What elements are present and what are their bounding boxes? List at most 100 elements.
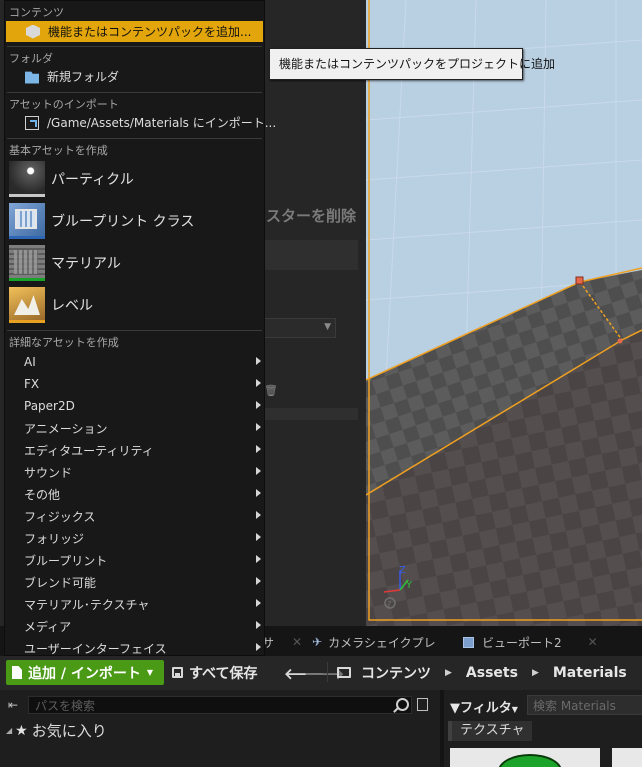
advanced-submenu-item[interactable]: サウンド (5, 461, 264, 483)
breadcrumb: コンテンツ ▶ Assets ▶ Materials (337, 660, 627, 685)
divider (7, 46, 262, 47)
submenu-arrow-icon (256, 379, 261, 387)
save-all-button[interactable]: すべて保存 (172, 660, 257, 685)
level-viewport[interactable]: Z Y ? (366, 0, 642, 626)
breadcrumb-arrow-icon[interactable]: ▶ (532, 668, 539, 678)
advanced-submenu-item[interactable]: エディタユーティリティ (5, 439, 264, 461)
basic-item-particle[interactable]: パーティクル (5, 159, 264, 199)
advanced-submenu-item[interactable]: その他 (5, 483, 264, 505)
menu-item-label: 新規フォルダ (47, 70, 120, 84)
details-row-strip (264, 408, 358, 420)
chevron-down-icon: ▼ (511, 705, 518, 714)
camera-shake-icon: ✈ (312, 635, 323, 649)
advanced-submenu-item[interactable]: マテリアル･テクスチャ (5, 593, 264, 615)
new-folder-item[interactable]: 新規フォルダ (5, 66, 264, 87)
asset-search-input[interactable]: 検索 Materials (527, 695, 642, 715)
tab-label: カメラシェイクプレ (328, 635, 436, 650)
menu-item-label: フォリッジ (24, 531, 85, 546)
content-browser-toolbar: 追加 / インポート ▼ すべて保存 🡐 🡒 コンテンツ ▶ Assets ▶ … (0, 656, 642, 690)
folder-icon (337, 667, 351, 678)
content-browser-panels: ⇤ パスを検索 ◢ ★ お気に入り ▼フィルタ▼ 検索 Materials テク… (0, 690, 642, 767)
tab-partial[interactable]: サ ✕ (262, 630, 302, 654)
filter-button[interactable]: ▼フィルタ▼ (450, 697, 518, 716)
collapse-arrow-icon: ◢ (6, 726, 13, 735)
svg-text:Z: Z (399, 565, 406, 576)
submenu-arrow-icon (256, 445, 261, 453)
menu-item-label: AI (24, 355, 36, 369)
add-feature-pack-item[interactable]: 機能またはコンテンツパックを追加... (6, 21, 263, 42)
advanced-submenu-item[interactable]: ユーザーインターフェイス (5, 637, 264, 659)
menu-item-label: その他 (24, 487, 61, 502)
advanced-submenu-item[interactable]: ブループリント (5, 549, 264, 571)
toolbar-divider (327, 662, 328, 682)
favorites-section[interactable]: ◢ ★ お気に入り (6, 720, 107, 741)
advanced-submenu-item[interactable]: メディア (5, 615, 264, 637)
divider (7, 330, 262, 331)
tab-label: ビューポート2 (482, 635, 562, 650)
particle-system-icon (9, 161, 45, 197)
menu-item-label: ユーザーインターフェイス (24, 641, 167, 656)
divider (7, 92, 262, 93)
breadcrumb-materials[interactable]: Materials (553, 665, 627, 681)
add-import-button[interactable]: 追加 / インポート ▼ (6, 660, 164, 685)
submenu-arrow-icon (256, 621, 261, 629)
section-header-import: アセットのインポート (9, 98, 119, 111)
panel-menu-icon[interactable] (417, 698, 428, 711)
menu-item-label: ブループリント (24, 553, 108, 568)
details-header-strip (264, 240, 358, 270)
menu-item-label: フィジックス (24, 509, 96, 524)
menu-item-label: パーティクル (51, 172, 134, 188)
advanced-submenu-item[interactable]: アニメーション (5, 417, 264, 439)
menu-item-label: ブレンド可能 (24, 575, 97, 590)
viewport-scene: Z Y ? (366, 0, 642, 626)
close-icon[interactable]: ✕ (588, 635, 598, 649)
details-dropdown[interactable]: ▼ (264, 318, 336, 338)
advanced-submenu-item[interactable]: ブレンド可能 (5, 571, 264, 593)
submenu-arrow-icon (256, 643, 261, 651)
close-icon[interactable]: ✕ (292, 635, 302, 649)
submenu-arrow-icon (256, 423, 261, 431)
basic-item-level[interactable]: レベル (5, 285, 264, 325)
save-all-label: すべて保存 (189, 665, 258, 682)
tooltip: 機能またはコンテンツパックをプロジェクトに追加 (269, 48, 555, 80)
basic-item-material[interactable]: マテリアル (5, 243, 264, 283)
import-item[interactable]: /Game/Assets/Materials にインポート... (5, 112, 276, 133)
tab-camera-shake[interactable]: ✈ カメラシェイクプレ (312, 630, 436, 654)
vertex-handle-small[interactable] (617, 338, 623, 344)
submenu-arrow-icon (256, 401, 261, 409)
add-new-context-menu: コンテンツ 機能またはコンテンツパックを追加... フォルダ 新規フォルダ アセ… (4, 0, 276, 659)
viewport-grid-icon (463, 636, 474, 648)
trash-icon[interactable]: 🗑 (264, 384, 278, 397)
advanced-submenu-item[interactable]: フィジックス (5, 505, 264, 527)
path-search-input[interactable]: パスを検索 (28, 696, 412, 714)
section-header-content: コンテンツ (9, 6, 64, 19)
vertex-handle[interactable] (575, 276, 584, 285)
svg-text:Y: Y (405, 580, 413, 591)
filter-label: フィルタ (460, 701, 512, 716)
asset-thumbnail[interactable] (450, 748, 600, 767)
sources-panel-toggle-icon[interactable]: ⇤ (8, 698, 18, 712)
menu-item-label: メディア (24, 619, 72, 634)
breadcrumb-arrow-icon[interactable]: ▶ (445, 668, 452, 678)
breadcrumb-assets[interactable]: Assets (466, 665, 518, 681)
import-icon (25, 115, 39, 130)
breadcrumb-content[interactable]: コンテンツ (361, 663, 431, 683)
add-import-label: 追加 / インポート (28, 665, 141, 682)
menu-item-label: ブループリント クラス (51, 214, 195, 230)
svg-text:?: ? (387, 600, 391, 609)
blueprint-class-icon (9, 203, 45, 239)
search-icon (396, 698, 409, 711)
advanced-submenu-item[interactable]: フォリッジ (5, 527, 264, 549)
advanced-submenu-item[interactable]: AI (5, 351, 264, 373)
material-icon (9, 245, 45, 281)
menu-item-label: サウンド (24, 465, 73, 480)
basic-item-blueprint[interactable]: ブループリント クラス (5, 201, 264, 241)
advanced-submenu-item[interactable]: FX (5, 373, 264, 395)
advanced-submenu-item[interactable]: Paper2D (5, 395, 264, 417)
tab-viewport2[interactable]: ビューポート2 ✕ (463, 630, 598, 654)
menu-item-label: /Game/Assets/Materials にインポート... (47, 116, 277, 130)
asset-thumbnail[interactable] (612, 748, 642, 767)
panel-splitter[interactable] (440, 690, 444, 767)
active-filter-chip[interactable]: テクスチャ (448, 721, 533, 741)
submenu-arrow-icon (256, 511, 261, 519)
